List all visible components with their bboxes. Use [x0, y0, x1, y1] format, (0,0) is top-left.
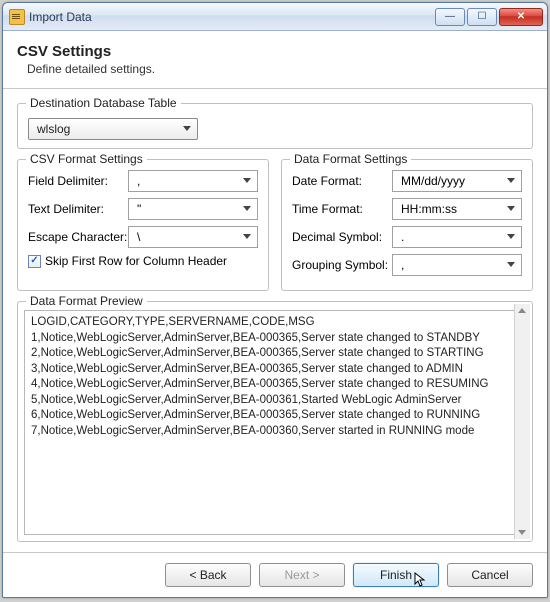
chevron-down-icon — [507, 178, 515, 183]
chevron-down-icon — [507, 206, 515, 211]
destination-group: Destination Database Table wlslog — [17, 103, 533, 149]
destination-table-select[interactable]: wlslog — [28, 118, 198, 140]
data-format-title: Data Format Settings — [290, 152, 411, 166]
minimize-button[interactable]: — — [435, 8, 465, 26]
next-button: Next > — [259, 563, 345, 587]
wizard-button-bar: < Back Next > Finish Cancel — [3, 552, 547, 597]
page-subtitle: Define detailed settings. — [27, 62, 533, 76]
decimal-symbol-label: Decimal Symbol: — [292, 230, 392, 244]
preview-scrollbar[interactable] — [514, 304, 530, 539]
destination-table-value: wlslog — [37, 122, 70, 136]
chevron-down-icon — [243, 206, 251, 211]
maximize-button[interactable]: ☐ — [467, 8, 497, 26]
import-data-dialog: Import Data — ☐ ✕ CSV Settings Define de… — [2, 2, 548, 598]
scroll-up-icon — [518, 308, 526, 313]
preview-title: Data Format Preview — [26, 294, 147, 308]
chevron-down-icon — [507, 234, 515, 239]
chevron-down-icon — [243, 178, 251, 183]
skip-first-row-label: Skip First Row for Column Header — [45, 254, 227, 268]
preview-textarea[interactable]: LOGID,CATEGORY,TYPE,SERVERNAME,CODE,MSG … — [24, 310, 526, 535]
field-delimiter-input[interactable]: , — [128, 170, 258, 192]
csv-format-group: CSV Format Settings Field Delimiter: , T… — [17, 159, 269, 291]
time-format-input[interactable]: HH:mm:ss — [392, 198, 522, 220]
window-title: Import Data — [29, 10, 92, 24]
finish-button[interactable]: Finish — [353, 563, 439, 587]
grouping-symbol-label: Grouping Symbol: — [292, 258, 392, 272]
chevron-down-icon — [507, 262, 515, 267]
close-button[interactable]: ✕ — [499, 8, 543, 26]
chevron-down-icon — [183, 126, 191, 131]
app-icon — [9, 9, 25, 25]
titlebar[interactable]: Import Data — ☐ ✕ — [3, 3, 547, 31]
skip-first-row-checkbox[interactable]: ✓ — [28, 255, 41, 268]
escape-char-label: Escape Character: — [28, 230, 128, 244]
preview-group: Data Format Preview LOGID,CATEGORY,TYPE,… — [17, 301, 533, 542]
text-delimiter-label: Text Delimiter: — [28, 202, 128, 216]
page-title: CSV Settings — [17, 43, 533, 60]
date-format-label: Date Format: — [292, 174, 392, 188]
destination-label: Destination Database Table — [26, 96, 181, 110]
escape-char-input[interactable]: \ — [128, 226, 258, 248]
data-format-group: Data Format Settings Date Format: MM/dd/… — [281, 159, 533, 291]
decimal-symbol-input[interactable]: . — [392, 226, 522, 248]
time-format-label: Time Format: — [292, 202, 392, 216]
scroll-down-icon — [518, 530, 526, 535]
back-button[interactable]: < Back — [165, 563, 251, 587]
cancel-button[interactable]: Cancel — [447, 563, 533, 587]
grouping-symbol-input[interactable]: , — [392, 254, 522, 276]
cursor-icon — [414, 572, 430, 588]
csv-format-title: CSV Format Settings — [26, 152, 147, 166]
text-delimiter-input[interactable]: " — [128, 198, 258, 220]
field-delimiter-label: Field Delimiter: — [28, 174, 128, 188]
chevron-down-icon — [243, 234, 251, 239]
date-format-input[interactable]: MM/dd/yyyy — [392, 170, 522, 192]
divider — [3, 88, 547, 89]
